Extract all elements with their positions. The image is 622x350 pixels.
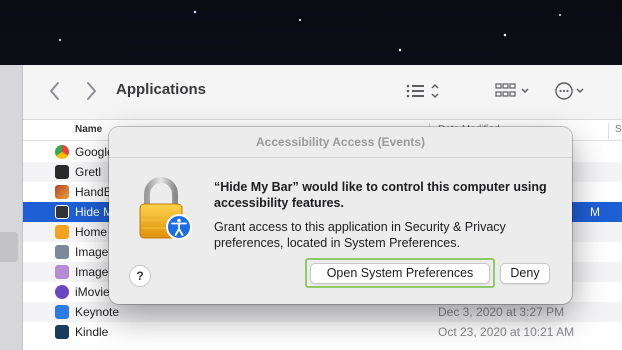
file-name: Hide M (75, 205, 114, 219)
open-system-preferences-button[interactable]: Open System Preferences (310, 263, 490, 284)
deny-button[interactable]: Deny (500, 263, 550, 284)
file-name: Gretl (75, 165, 102, 179)
column-header-name[interactable]: Name (75, 124, 102, 135)
file-name: Kindle (75, 325, 109, 339)
file-name: Image (75, 245, 109, 259)
file-date: M (590, 205, 600, 219)
list-view-button[interactable] (405, 81, 445, 106)
hide-my-bar-icon (55, 205, 69, 219)
home-icon (55, 225, 69, 239)
chrome-icon (55, 145, 69, 159)
file-date: Dec 3, 2020 at 3:27 PM (438, 305, 565, 319)
file-name: Home (75, 225, 108, 239)
window-title: Applications (116, 81, 207, 98)
sidebar-selected-item[interactable] (0, 232, 18, 262)
finder-toolbar: Applications (23, 65, 622, 120)
file-name: Image (75, 265, 109, 279)
forward-button[interactable] (79, 79, 103, 103)
dialog-message: Grant access to this application in Secu… (214, 220, 506, 250)
back-button[interactable] (43, 79, 67, 103)
help-button[interactable]: ? (129, 265, 151, 287)
list-item[interactable]: Kindle Oct 23, 2020 at 10:21 AM (23, 322, 622, 342)
file-name: Keynote (75, 305, 120, 319)
handbrake-icon (55, 185, 69, 199)
dialog-title: Accessibility Access (Events) (109, 127, 572, 158)
ellipsis-circle-icon (555, 82, 584, 100)
file-name: Google (75, 145, 114, 159)
sidebar (0, 65, 23, 350)
column-header-size[interactable]: S (615, 124, 622, 135)
chevron-left-icon (50, 82, 59, 100)
column-divider[interactable] (608, 123, 609, 139)
image-app-icon (55, 265, 69, 279)
group-view-button[interactable] (495, 81, 535, 106)
chevron-right-icon (87, 82, 96, 100)
kindle-icon (55, 325, 69, 339)
imovie-icon (55, 285, 69, 299)
accessibility-access-dialog: Accessibility Access (Events) “Hide My B… (109, 127, 572, 304)
dialog-heading: “Hide My Bar” would like to control this… (214, 180, 547, 210)
lock-icon (139, 177, 192, 240)
file-name: iMovie (75, 285, 110, 299)
file-date: Oct 23, 2020 at 10:21 AM (438, 325, 575, 339)
list-view-icon (406, 83, 439, 99)
keynote-icon (55, 305, 69, 319)
gretl-icon (55, 165, 69, 179)
image-capture-icon (55, 245, 69, 259)
file-name: HandB (75, 185, 112, 199)
more-actions-button[interactable] (555, 81, 595, 106)
list-item[interactable]: Keynote Dec 3, 2020 at 3:27 PM (23, 302, 622, 322)
grid-view-icon (495, 83, 529, 97)
